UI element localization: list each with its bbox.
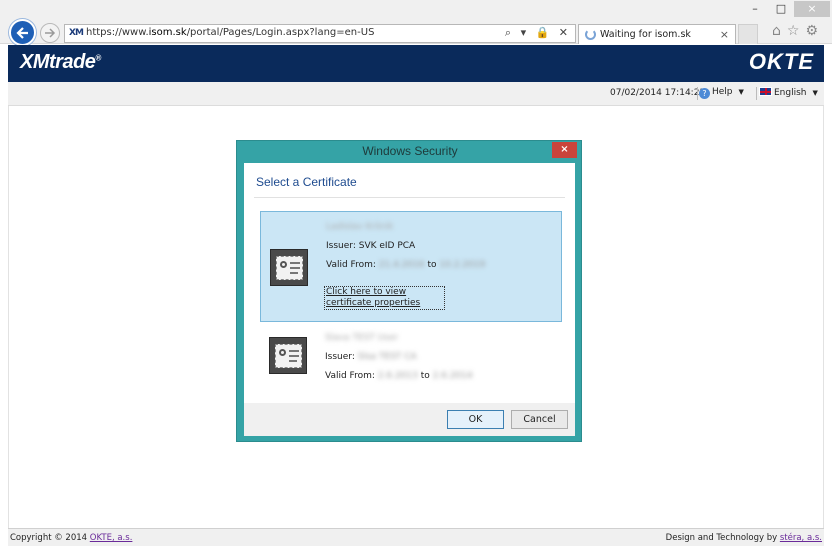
browser-toolbar-icons[interactable]: ⌂☆⚙ (772, 23, 824, 39)
issuer-value: SVK eID PCA (358, 241, 416, 251)
browser-chrome: XM https://www.isom.sk/portal/Pages/Logi… (0, 0, 832, 46)
certificate-issuer: Issuer: SVK eID PCA (326, 241, 415, 251)
okte-logo[interactable]: OKTE (749, 49, 814, 75)
ok-button[interactable]: OK (447, 410, 504, 429)
loading-spinner-icon (585, 29, 596, 40)
footer-credit: Design and Technology by stéra, a.s. (666, 533, 822, 543)
valid-label: Valid From: (326, 260, 376, 270)
sfera-link[interactable]: stéra, a.s. (780, 533, 822, 543)
footer-copyright: Copyright © 2014 OKTE, a.s. (10, 533, 132, 543)
windows-security-dialog: Windows Security × Select a Certificate … (236, 140, 582, 442)
copyright-text: Copyright © 2014 (10, 533, 90, 543)
cancel-button[interactable]: Cancel (511, 410, 568, 429)
dialog-title: Windows Security (362, 144, 458, 158)
uk-flag-icon (759, 87, 772, 96)
new-tab-button[interactable] (738, 24, 758, 44)
dialog-body: Select a Certificate Ladislav Kršnik Iss… (244, 163, 575, 403)
toolbar-divider (756, 87, 757, 100)
address-url[interactable]: https://www.isom.sk/portal/Pages/Login.a… (86, 27, 374, 38)
url-path: /portal/Pages/Login.aspx?lang=en-US (186, 27, 375, 38)
valid-from: 21.4.2016 (378, 260, 425, 270)
registered-mark: ® (95, 53, 101, 63)
arrow-right-icon (45, 28, 56, 38)
back-button[interactable] (9, 19, 36, 46)
certificate-icon (269, 337, 307, 374)
language-label: English (774, 88, 807, 98)
minimize-button[interactable]: – (742, 1, 768, 17)
address-tools[interactable]: ⌕ ▾ 🔒 ✕ (505, 26, 571, 40)
chevron-down-icon: ▼ (812, 89, 818, 97)
tab-close-icon[interactable]: × (720, 28, 729, 41)
url-domain: isom.sk (148, 27, 187, 38)
chevron-down-icon: ▼ (738, 88, 744, 96)
valid-label: Valid From: (325, 371, 375, 381)
dialog-close-button[interactable]: × (552, 142, 577, 158)
view-certificate-properties-link[interactable]: Click here to view certificate propertie… (324, 286, 445, 310)
xmtrade-logo-text: XMtrade (20, 51, 96, 73)
address-bar[interactable]: XM https://www.isom.sk/portal/Pages/Logi… (64, 24, 576, 43)
divider (254, 197, 565, 198)
certificate-icon (270, 249, 308, 286)
dialog-button-bar: OK Cancel (244, 403, 575, 436)
dialog-heading: Select a Certificate (256, 175, 357, 189)
certificate-item[interactable]: Slava TEST User Issuer: Slsa TEST CA Val… (260, 329, 562, 393)
certificate-item-selected[interactable]: Ladislav Kršnik Issuer: SVK eID PCA Vali… (260, 211, 562, 322)
certificate-validity: Valid From: 2.6.2013 to 2.6.2014 (325, 371, 473, 381)
site-toolbar: 07/02/2014 17:14:23 ? Help ▼ English ▼ (8, 82, 824, 106)
browser-tab[interactable]: Waiting for isom.sk × (578, 24, 736, 44)
close-window-button[interactable]: × (794, 1, 830, 17)
valid-from: 2.6.2013 (377, 371, 418, 381)
language-menu[interactable]: English ▼ (759, 87, 818, 98)
valid-to-label: to (427, 260, 437, 270)
valid-to-label: to (420, 371, 430, 381)
certificate-subject: Slava TEST User (325, 333, 399, 343)
certificate-validity: Valid From: 21.4.2016 to 10.2.2019 (326, 260, 485, 270)
site-favicon-icon: XM (69, 28, 84, 38)
site-header: XMtrade® OKTE (8, 45, 824, 82)
url-prefix: https://www. (86, 27, 149, 38)
valid-to: 10.2.2019 (439, 260, 486, 270)
certificate-issuer: Issuer: Slsa TEST CA (325, 352, 417, 362)
toolbar-divider (697, 87, 698, 100)
issuer-label: Issuer: (325, 352, 355, 362)
xmtrade-logo[interactable]: XMtrade® (20, 51, 101, 74)
server-timestamp: 07/02/2014 17:14:23 (610, 88, 706, 98)
issuer-label: Issuer: (326, 241, 356, 251)
window-controls: – □ × (742, 1, 830, 19)
help-icon: ? (699, 88, 710, 99)
forward-button[interactable] (40, 23, 60, 43)
maximize-button[interactable]: □ (768, 1, 794, 17)
help-menu[interactable]: ? Help ▼ (699, 87, 744, 99)
credit-text: Design and Technology by (665, 533, 780, 543)
help-label: Help (712, 87, 733, 97)
issuer-value: Slsa TEST CA (357, 352, 417, 362)
tab-title: Waiting for isom.sk (600, 29, 691, 40)
certificate-subject: Ladislav Kršnik (326, 222, 394, 232)
valid-to: 2.6.2014 (432, 371, 473, 381)
okte-link[interactable]: OKTE, a.s. (90, 533, 133, 543)
arrow-left-icon (16, 27, 28, 39)
site-footer: Copyright © 2014 OKTE, a.s. Design and T… (8, 528, 824, 546)
